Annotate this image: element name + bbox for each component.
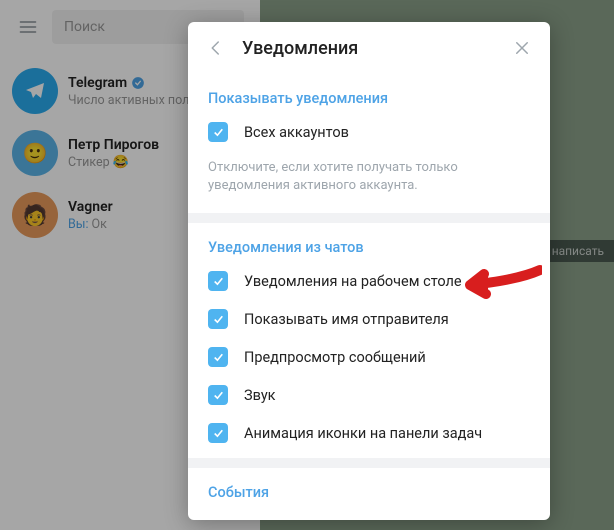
option-message-preview[interactable]: Предпросмотр сообщений	[188, 338, 550, 376]
modal-title: Уведомления	[242, 38, 508, 59]
option-label: Всех аккаунтов	[244, 124, 349, 141]
check-icon	[212, 427, 225, 440]
section-title-chat-notifications: Уведомления из чатов	[188, 229, 550, 262]
checkbox[interactable]	[208, 309, 228, 329]
checkbox[interactable]	[208, 122, 228, 142]
checkbox[interactable]	[208, 271, 228, 291]
check-icon	[212, 275, 225, 288]
option-label: Анимация иконки на панели задач	[244, 425, 482, 442]
close-icon	[513, 39, 531, 57]
section-title-events: События	[188, 474, 550, 507]
option-label: Показывать имя отправителя	[244, 311, 449, 328]
close-button[interactable]	[508, 34, 536, 62]
checkbox[interactable]	[208, 423, 228, 443]
option-label: Уведомления на рабочем столе	[244, 273, 462, 290]
check-icon	[212, 126, 225, 139]
arrow-left-icon	[207, 39, 225, 57]
option-sound[interactable]: Звук	[188, 376, 550, 414]
option-show-sender[interactable]: Показывать имя отправителя	[188, 300, 550, 338]
check-icon	[212, 351, 225, 364]
option-label: Звук	[244, 387, 276, 404]
option-all-accounts[interactable]: Всех аккаунтов	[188, 113, 550, 151]
settings-modal: Уведомления Показывать уведомления Всех …	[188, 22, 550, 520]
option-taskbar-animation[interactable]: Анимация иконки на панели задач	[188, 414, 550, 452]
back-button[interactable]	[202, 34, 230, 62]
checkbox[interactable]	[208, 347, 228, 367]
section-hint: Отключите, если хотите получать только у…	[188, 151, 550, 207]
option-label: Предпросмотр сообщений	[244, 349, 426, 366]
checkbox[interactable]	[208, 385, 228, 405]
option-desktop-notifications[interactable]: Уведомления на рабочем столе	[188, 262, 550, 300]
check-icon	[212, 389, 225, 402]
check-icon	[212, 313, 225, 326]
section-title-show-notifications: Показывать уведомления	[188, 80, 550, 113]
